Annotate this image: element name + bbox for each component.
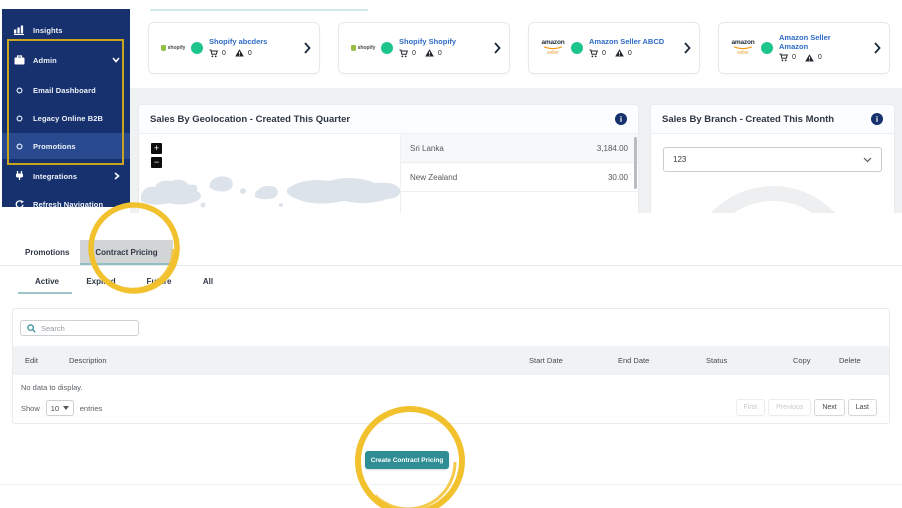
subtab-expired[interactable]: Expired — [86, 270, 115, 292]
warning-triangle-icon — [235, 49, 244, 57]
table-header-row: Edit Description Start Date End Date Sta… — [13, 346, 889, 375]
map-zoom-in-button[interactable]: + — [151, 143, 162, 154]
column-delete: Delete — [839, 356, 861, 365]
briefcase-icon — [13, 55, 25, 65]
branch-chart-placeholder — [687, 186, 858, 213]
warning-triangle-icon — [425, 49, 434, 57]
tab-promotions[interactable]: Promotions — [25, 240, 69, 264]
chevron-right-icon — [684, 42, 691, 54]
pagination-previous-button[interactable]: Previous — [768, 399, 812, 416]
column-start-date: Start Date — [529, 356, 563, 365]
pagination-last-button[interactable]: Last — [847, 399, 877, 416]
status-online-dot — [571, 42, 583, 54]
chevron-right-icon — [874, 42, 881, 54]
entries-label: entries — [79, 403, 103, 413]
cart-icon — [399, 49, 408, 58]
create-contract-pricing-button[interactable]: Create Contract Pricing — [365, 451, 449, 469]
empty-table-message: No data to display. — [21, 383, 83, 392]
pagination: First Previous Next Last — [735, 399, 877, 416]
refresh-icon — [13, 199, 25, 209]
status-online-dot — [381, 42, 393, 54]
info-icon[interactable]: i — [871, 113, 883, 125]
sidebar-item-promotions[interactable]: Promotions — [2, 133, 130, 159]
cart-icon — [589, 49, 598, 58]
chevron-down-icon — [112, 57, 120, 63]
bar-chart-icon — [13, 25, 25, 35]
chevron-right-icon — [114, 172, 120, 180]
top-accent-line — [150, 9, 368, 11]
subtab-all[interactable]: All — [203, 270, 213, 292]
sidebar-item-admin[interactable]: Admin — [2, 47, 130, 73]
warning-triangle-icon — [615, 49, 624, 57]
chevron-down-icon — [863, 157, 872, 163]
tab-divider — [0, 265, 902, 266]
sales-by-geolocation-panel: Sales By Geolocation - Created This Quar… — [138, 104, 639, 213]
connector-card-amazon-abcd[interactable]: amazon seller Amazon Seller ABCD 0 0 — [528, 22, 700, 74]
connector-card-amazon-amazon[interactable]: amazon seller Amazon Seller Amazon 0 0 — [718, 22, 890, 74]
pagination-first-button[interactable]: First — [735, 399, 766, 416]
connector-card-shopify-shopify[interactable]: shopify Shopify Shopify 0 0 — [338, 22, 510, 74]
geo-panel-title: Sales By Geolocation - Created This Quar… — [150, 113, 351, 125]
sidebar-item-refresh-navigation[interactable]: Refresh Navigation — [2, 191, 130, 217]
list-scrollbar[interactable] — [634, 137, 637, 189]
sidebar-item-insights[interactable]: Insights — [2, 17, 130, 43]
bullet-circle-icon — [13, 114, 25, 122]
branch-select[interactable]: 123 — [663, 147, 882, 172]
contract-pricing-table-card: Edit Description Start Date End Date Sta… — [12, 308, 890, 424]
cart-icon — [209, 49, 218, 58]
search-field[interactable] — [20, 320, 139, 336]
column-copy: Copy — [793, 356, 811, 365]
info-icon[interactable]: i — [615, 113, 627, 125]
subtab-active-underline — [18, 292, 72, 294]
warning-triangle-icon — [805, 53, 814, 62]
page-bottom-divider — [0, 484, 902, 485]
sidebar: Insights Admin Email Dashboard Legacy On… — [2, 9, 130, 209]
search-input[interactable] — [41, 323, 126, 333]
column-description: Description — [69, 356, 107, 365]
tab-contract-pricing[interactable]: Contract Pricing — [80, 240, 173, 265]
subtab-future[interactable]: Future — [147, 270, 172, 292]
column-edit: Edit — [25, 356, 38, 365]
page-size-select[interactable]: 10 — [45, 400, 74, 416]
search-icon — [27, 323, 36, 333]
sidebar-item-legacy-online-b2b[interactable]: Legacy Online B2B — [2, 105, 130, 131]
caret-down-icon — [62, 406, 69, 410]
pagination-next-button[interactable]: Next — [814, 399, 845, 416]
status-online-dot — [191, 42, 203, 54]
connector-card-shopify-abcders[interactable]: shopify Shopify abcders 0 0 — [148, 22, 320, 74]
cart-icon — [779, 53, 788, 62]
geo-row: Sri Lanka 3,184.00 — [401, 134, 638, 163]
world-map — [141, 176, 401, 208]
show-label: Show — [21, 403, 40, 413]
branch-panel-title: Sales By Branch - Created This Month — [662, 113, 835, 125]
amazon-seller-logo-icon: amazon seller — [541, 38, 565, 57]
chevron-right-icon — [494, 42, 501, 54]
column-end-date: End Date — [618, 356, 650, 365]
subtab-active[interactable]: Active — [35, 270, 59, 292]
shopify-logo-icon: shopify — [347, 45, 379, 51]
chevron-right-icon — [304, 42, 311, 54]
sales-by-branch-panel: Sales By Branch - Created This Month i 1… — [650, 104, 895, 213]
sidebar-item-integrations[interactable]: Integrations — [2, 163, 130, 189]
status-online-dot — [761, 42, 773, 54]
column-status: Status — [706, 356, 728, 365]
sidebar-item-email-dashboard[interactable]: Email Dashboard — [2, 77, 130, 103]
screen: Insights Admin Email Dashboard Legacy On… — [0, 0, 902, 508]
geo-country-list: Sri Lanka 3,184.00 New Zealand 30.00 — [400, 134, 638, 213]
plug-icon — [13, 171, 25, 181]
geo-row: New Zealand 30.00 — [401, 163, 638, 192]
amazon-seller-logo-icon: amazon seller — [731, 38, 755, 57]
bullet-circle-icon — [13, 86, 25, 94]
shopify-logo-icon: shopify — [157, 45, 189, 51]
bullet-circle-icon — [13, 142, 25, 150]
